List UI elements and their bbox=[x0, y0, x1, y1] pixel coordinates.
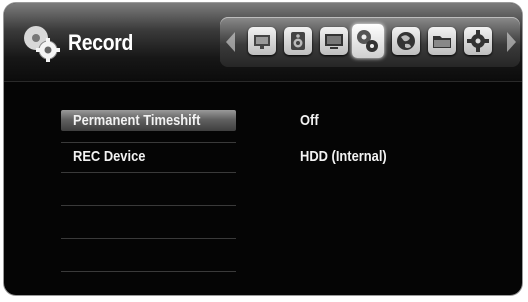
settings-row-label: REC Device bbox=[73, 148, 146, 165]
folder-icon[interactable] bbox=[428, 27, 456, 55]
settings-row-permanent-timeshift[interactable]: Permanent Timeshift bbox=[61, 110, 236, 131]
row-divider bbox=[61, 205, 236, 206]
settings-row-rec-device[interactable]: REC Device bbox=[61, 146, 236, 167]
record-icon[interactable] bbox=[352, 24, 384, 58]
header-bar: Record bbox=[4, 3, 522, 82]
row-divider bbox=[61, 271, 236, 272]
monitor-icon[interactable] bbox=[320, 27, 348, 55]
record-settings-gear-icon bbox=[22, 23, 62, 63]
settings-row-label: Permanent Timeshift bbox=[73, 112, 201, 129]
display-icon[interactable] bbox=[248, 27, 276, 55]
globe-icon[interactable] bbox=[392, 27, 420, 55]
settings-row-value[interactable]: HDD (Internal) bbox=[300, 148, 387, 165]
settings-row-value[interactable]: Off bbox=[300, 112, 319, 129]
row-divider bbox=[61, 238, 236, 239]
settings-screen: Record Permanent Timeshift Off REC Devic… bbox=[4, 3, 522, 295]
page-title: Record bbox=[68, 30, 134, 55]
category-icon-bar bbox=[220, 17, 520, 67]
scroll-left-arrow-icon[interactable] bbox=[226, 32, 235, 52]
row-divider bbox=[61, 172, 236, 173]
row-divider bbox=[61, 142, 236, 143]
speaker-icon[interactable] bbox=[284, 27, 312, 55]
scroll-right-arrow-icon[interactable] bbox=[507, 32, 516, 52]
gear-icon[interactable] bbox=[464, 27, 492, 55]
